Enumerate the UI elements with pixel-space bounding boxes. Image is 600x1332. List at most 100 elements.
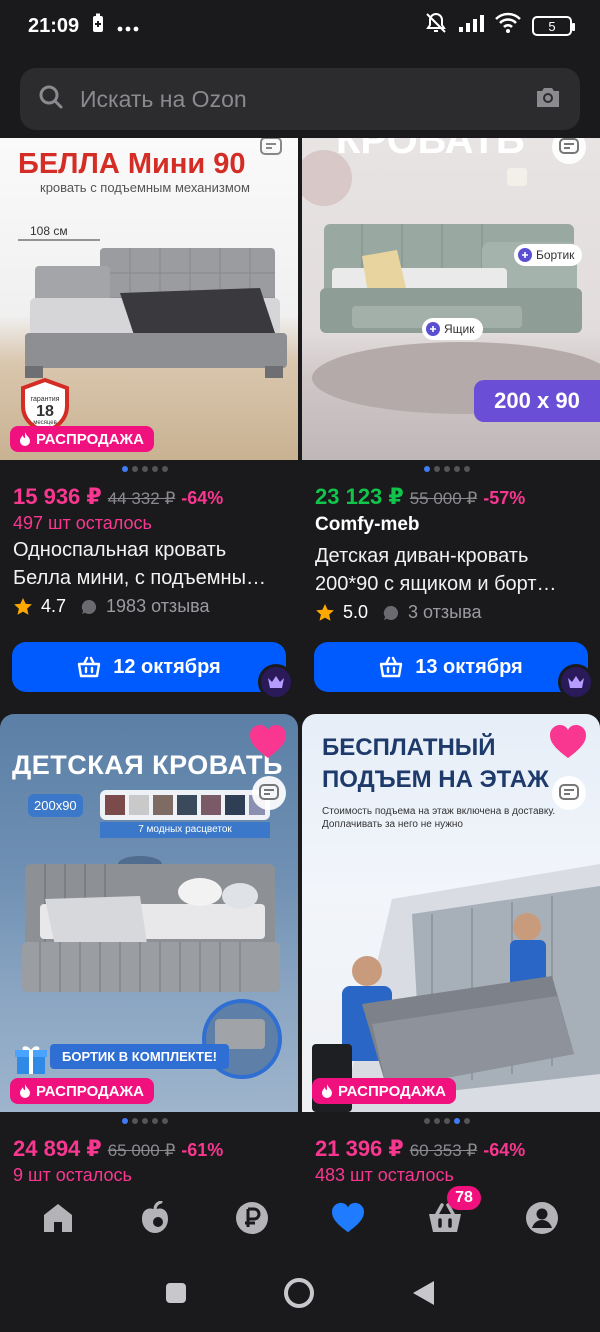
product-grid: БЕЛЛА Мини 90 кровать с подъемным механи… [0, 138, 600, 1183]
recent-apps-icon[interactable] [164, 1281, 188, 1305]
nav-fresh[interactable] [125, 1190, 185, 1246]
battery-indicator: 5 [532, 16, 575, 36]
status-time: 21:09 [28, 14, 80, 37]
bottom-navigation: 78 [0, 1183, 600, 1253]
fire-icon [20, 1084, 30, 1098]
stock-left: 497 шт осталось [13, 513, 152, 533]
mute-icon [424, 11, 448, 41]
delivery-cart-button[interactable]: 13 октября [314, 642, 588, 692]
discount: -57% [483, 488, 526, 508]
discount: -61% [181, 1140, 224, 1160]
reviews-count[interactable]: 3 отзыва [408, 602, 481, 623]
product-title-line2[interactable]: 200*90 с ящиком и борт… [315, 570, 590, 598]
discount: -64% [181, 488, 224, 508]
ruble-icon [235, 1202, 268, 1234]
side-tag: Бортик [514, 244, 583, 266]
product-image[interactable]: ДЕТСКАЯ КРОВАТЬ 200x90 7 модных расцвето… [0, 714, 298, 1112]
premium-badge [258, 664, 294, 700]
delivery-date: 13 октября [415, 655, 523, 678]
nav-finance[interactable] [222, 1190, 282, 1246]
chat-icon [559, 138, 579, 154]
crown-icon [568, 676, 584, 688]
search-bar[interactable]: Искать на Ozon [20, 68, 580, 130]
favorite-heart-icon[interactable] [248, 722, 288, 762]
stock-left: 9 шт осталось [13, 1165, 132, 1183]
chat-button[interactable] [552, 776, 586, 810]
sale-badge-label: РАСПРОДАЖА [338, 1082, 446, 1100]
sale-badge: РАСПРОДАЖА [312, 1078, 456, 1104]
price: 24 894 ₽ [13, 1136, 102, 1161]
nav-cart[interactable]: 78 [415, 1186, 481, 1246]
image-pagination [122, 1118, 168, 1124]
profile-icon [525, 1202, 558, 1234]
product-image[interactable]: БЕСПЛАТНЫЙ ПОДЪЕМ НА ЭТАЖ Стоимость подъ… [302, 714, 600, 1112]
comment-icon [383, 605, 399, 620]
product-title-line1[interactable]: Односпальная кровать [13, 536, 288, 564]
battery-saver-icon [91, 13, 105, 39]
price-row: 24 894 ₽ 65 000 ₽ -61% [13, 1136, 223, 1162]
price-row: 21 396 ₽ 60 353 ₽ -64% [315, 1136, 525, 1162]
system-navigation [0, 1253, 600, 1332]
guarantee-number: 18 [36, 403, 54, 420]
product-card[interactable]: ДЕТСКАЯ КРОВАТЬ 200x90 7 модных расцвето… [0, 714, 298, 1183]
search-input[interactable]: Искать на Ozon [80, 86, 247, 113]
seller-name[interactable]: Comfy-meb [315, 514, 420, 536]
comment-icon [81, 599, 97, 614]
product-title-line1[interactable]: Детская диван-кровать [315, 542, 590, 570]
cart-count-badge: 78 [447, 1186, 481, 1210]
old-price: 44 332 ₽ [107, 489, 176, 508]
product-image[interactable]: БЕЛЛА Мини 90 кровать с подъемным механи… [0, 138, 298, 460]
gift-icon [15, 1046, 47, 1074]
delivery-cart-button[interactable]: 12 октября [12, 642, 286, 692]
price: 15 936 ₽ [13, 484, 102, 509]
favorite-heart-icon[interactable] [548, 722, 588, 762]
price: 21 396 ₽ [315, 1136, 404, 1161]
image-pagination [424, 1118, 470, 1124]
home-circle-icon[interactable] [283, 1277, 315, 1309]
size-badge: 200 x 90 [474, 380, 600, 422]
heart-icon [332, 1202, 365, 1233]
more-notifications-icon [117, 15, 139, 38]
search-icon [38, 84, 64, 115]
product-card[interactable]: БЕЛЛА Мини 90 кровать с подъемным механи… [0, 138, 298, 706]
product-title-line2[interactable]: Белла мини, с подъемны… [13, 564, 288, 592]
delivery-movers-image [312, 864, 600, 1112]
rating-row: 5.0 3 отзыва [315, 602, 481, 623]
image-pagination [122, 466, 168, 472]
old-price: 60 353 ₽ [409, 1141, 478, 1160]
chat-button[interactable] [252, 776, 286, 810]
crown-icon [268, 676, 284, 688]
camera-icon[interactable] [534, 85, 562, 114]
guarantee-top: гарантия [30, 396, 60, 403]
plus-icon [426, 322, 440, 336]
nav-profile[interactable] [512, 1190, 572, 1246]
chat-icon [259, 784, 279, 800]
delivery-date: 12 октября [113, 655, 221, 678]
sale-badge-label: РАСПРОДАЖА [36, 1082, 144, 1100]
discount: -64% [483, 1140, 526, 1160]
nav-favorites[interactable] [318, 1190, 378, 1246]
signal-icon [458, 13, 484, 39]
box-tag: Ящик [422, 318, 483, 340]
rating-row: 4.7 1983 отзыва [13, 596, 210, 617]
side-tag-label: Бортик [536, 248, 575, 262]
product-card[interactable]: КРОВАТЬ Бортик Ящик 200 x 90 23 123 ₽ 55… [302, 138, 600, 706]
reviews-count[interactable]: 1983 отзыва [106, 596, 209, 617]
back-icon[interactable] [410, 1279, 436, 1307]
rating-value: 4.7 [41, 596, 67, 616]
product-image[interactable]: КРОВАТЬ Бортик Ящик 200 x 90 [302, 138, 600, 460]
price-row: 15 936 ₽ 44 332 ₽ -64% [13, 484, 223, 510]
nav-home[interactable] [28, 1190, 88, 1246]
price: 23 123 ₽ [315, 484, 404, 509]
cart-icon [380, 656, 403, 678]
plus-icon [518, 248, 532, 262]
box-tag-label: Ящик [444, 322, 475, 336]
stock-left: 483 шт осталось [315, 1165, 454, 1183]
old-price: 65 000 ₽ [107, 1141, 176, 1160]
side-caption: БОРТИК В КОМПЛЕКТЕ! [50, 1044, 229, 1069]
sale-badge-label: РАСПРОДАЖА [36, 430, 144, 448]
rating-value: 5.0 [343, 602, 369, 622]
chat-icon [260, 138, 282, 155]
star-icon [316, 603, 334, 621]
product-card[interactable]: БЕСПЛАТНЫЙ ПОДЪЕМ НА ЭТАЖ Стоимость подъ… [302, 714, 600, 1183]
